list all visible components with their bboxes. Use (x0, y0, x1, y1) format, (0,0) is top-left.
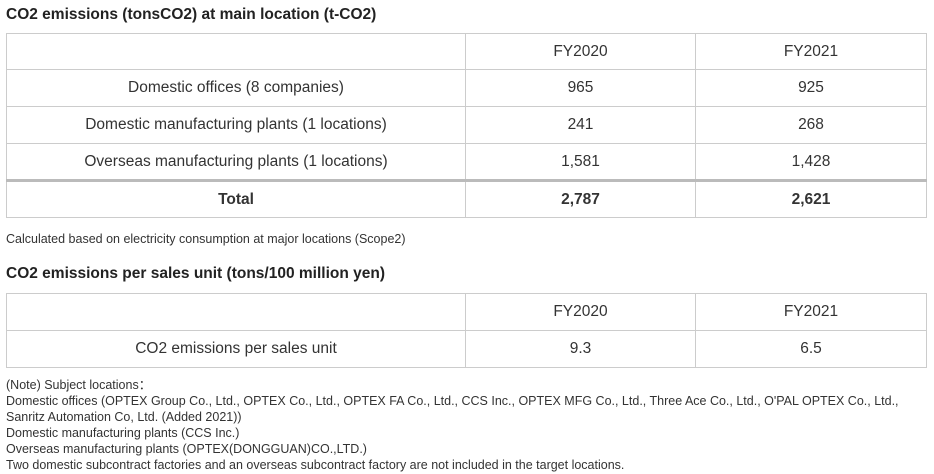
table-row: Domestic offices (8 companies) 965 925 (6, 69, 927, 107)
row-label: Domestic offices (8 companies) (6, 69, 466, 107)
section1-heading: CO2 emissions (tonsCO2) at main location… (6, 6, 377, 23)
notes-line: Overseas manufacturing plants (OPTEX(DON… (6, 442, 367, 456)
notes-title: (Note) Subject locations： (6, 378, 152, 392)
total-value-fy2020: 2,787 (465, 179, 696, 218)
section1-footnote: Calculated based on electricity consumpt… (6, 232, 406, 246)
table-header-row: FY2020 FY2021 (6, 33, 927, 70)
header-cell-empty (6, 293, 466, 331)
emissions-per-sales-table: FY2020 FY2021 CO2 emissions per sales un… (6, 293, 927, 368)
row-label: CO2 emissions per sales unit (6, 330, 466, 368)
emissions-by-location-table: FY2020 FY2021 Domestic offices (8 compan… (6, 33, 927, 218)
total-row: Total 2,787 2,621 (6, 179, 927, 218)
header-cell-fy2020: FY2020 (465, 33, 696, 70)
header-cell-fy2021: FY2021 (695, 33, 927, 70)
row-label: Domestic manufacturing plants (1 locatio… (6, 106, 466, 144)
row-value-fy2021: 268 (695, 106, 927, 144)
table-row: Domestic manufacturing plants (1 locatio… (6, 106, 927, 144)
table-row: Overseas manufacturing plants (1 locatio… (6, 143, 927, 181)
header-cell-fy2020: FY2020 (465, 293, 696, 331)
row-value-fy2021: 1,428 (695, 143, 927, 181)
row-value-fy2021: 6.5 (695, 330, 927, 368)
table-header-row: FY2020 FY2021 (6, 293, 927, 331)
total-label: Total (6, 179, 466, 218)
total-value-fy2021: 2,621 (695, 179, 927, 218)
notes-block: (Note) Subject locations： Domestic offic… (6, 377, 921, 473)
row-value-fy2020: 9.3 (465, 330, 696, 368)
notes-line: Domestic manufacturing plants (CCS Inc.) (6, 426, 240, 440)
header-cell-fy2021: FY2021 (695, 293, 927, 331)
row-label: Overseas manufacturing plants (1 locatio… (6, 143, 466, 181)
section2-heading: CO2 emissions per sales unit (tons/100 m… (6, 265, 386, 282)
row-value-fy2020: 965 (465, 69, 696, 107)
header-cell-empty (6, 33, 466, 70)
notes-line: Domestic offices (OPTEX Group Co., Ltd.,… (6, 394, 899, 424)
row-value-fy2020: 241 (465, 106, 696, 144)
row-value-fy2021: 925 (695, 69, 927, 107)
row-value-fy2020: 1,581 (465, 143, 696, 181)
table-row: CO2 emissions per sales unit 9.3 6.5 (6, 330, 927, 368)
notes-line: Two domestic subcontract factories and a… (6, 458, 625, 472)
